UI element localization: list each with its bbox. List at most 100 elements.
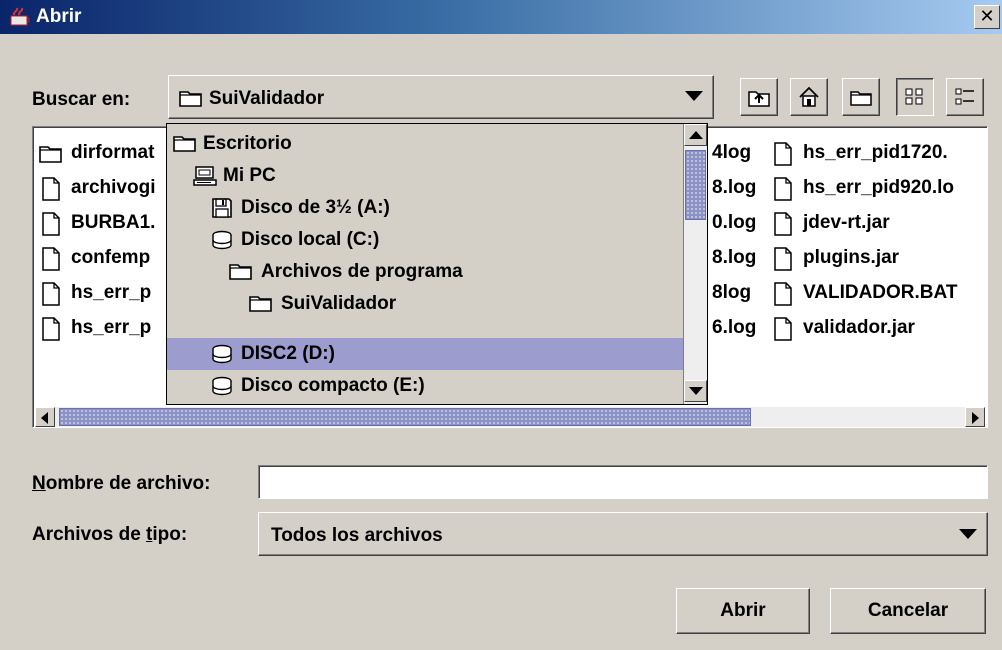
scroll-thumb[interactable] [685,150,706,220]
file-name: archivogi [71,177,156,198]
arrow-up-icon [689,131,703,139]
scroll-thumb[interactable] [59,408,751,426]
filetype-label-after: ipo: [152,524,188,545]
folder-icon [179,91,202,107]
filetype-combo[interactable]: Todos los archivos [258,512,988,556]
title-bar[interactable]: Abrir ✕ [0,0,1002,34]
chevron-down-icon [959,529,977,539]
chevron-down-icon [685,91,703,101]
file-icon [774,212,792,236]
dropdown-item-label: Disco de 3½ (A:) [241,197,390,218]
file-name: hs_err_pid920.lo [803,177,955,198]
scroll-down-button[interactable] [684,380,707,402]
home-button[interactable] [790,78,828,116]
close-button[interactable]: ✕ [974,5,1000,29]
folder-icon [173,136,196,152]
dropdown-item-label: Disco local (C:) [241,229,380,250]
details-view-icon [955,88,974,105]
arrow-left-icon [41,412,48,424]
folder-icon [249,296,272,312]
filename-label-text: ombre de archivo: [45,473,211,494]
list-view-icon [905,88,923,105]
file-name: 6.log [712,317,757,338]
file-name: plugins.jar [803,247,900,268]
computer-icon [193,166,217,186]
file-icon [774,282,792,306]
dropdown-item-disco-local-c[interactable]: Disco local (C:) [167,224,683,256]
close-icon: ✕ [979,6,995,26]
file-name: 8log [712,282,752,303]
scroll-left-button[interactable] [35,407,55,427]
folder-icon [229,264,252,280]
window-title: Abrir [36,6,82,27]
floppy-icon [212,198,232,218]
look-in-value: SuiValidador [209,88,325,109]
filetype-label: Archivos de tipo: [32,524,187,546]
filetype-label-before: Archivos de [32,524,147,545]
dropdown-item-floppy[interactable]: Disco de 3½ (A:) [167,192,683,224]
dropdown-item-label: Disco compacto (E:) [241,375,425,396]
file-name: hs_err_pid1720. [803,142,948,163]
home-icon [799,86,819,107]
file-name: hs_err_p [71,282,152,303]
scroll-right-button[interactable] [965,407,985,427]
scroll-up-button[interactable] [684,124,707,146]
cancel-button[interactable]: Cancelar [830,588,986,634]
arrow-right-icon [972,412,979,424]
filename-label: Nombre de archivo: [32,473,210,495]
horizontal-scrollbar[interactable] [35,407,985,427]
dropdown-item-escritorio[interactable]: Escritorio [167,128,683,160]
dropdown-item-archivos-de-programa[interactable]: Archivos de programa [167,256,683,288]
file-name: 8.log [712,177,757,198]
filename-input[interactable] [258,465,988,499]
file-icon [774,247,792,271]
look-in-combo[interactable]: SuiValidador [168,75,714,119]
file-chooser-dialog: Abrir ✕ Buscar en: SuiValidador dirforma… [0,0,1002,650]
file-name: validador.jar [803,317,915,338]
folder-icon [39,146,62,163]
list-view-button[interactable] [896,78,934,116]
file-icon [774,177,792,201]
file-name: 4log [712,142,752,163]
dropdown-item-label: SuiValidador [281,293,397,314]
file-icon [42,247,60,271]
file-name: dirformat [71,142,155,163]
disk-icon [212,230,232,250]
dropdown-vertical-scrollbar[interactable] [683,124,707,404]
file-icon [42,317,60,341]
dropdown-item-disco-compacto-e[interactable]: Disco compacto (E:) [167,370,683,402]
open-button[interactable]: Abrir [676,588,810,634]
disk-icon [212,344,232,364]
disk-icon [212,376,232,396]
dropdown-item-mi-pc[interactable]: Mi PC [167,160,683,192]
file-name: 8.log [712,247,757,268]
filetype-value: Todos los archivos [271,525,443,546]
look-in-dropdown[interactable]: Escritorio Mi PC Disco de 3½ (A:) Disco … [166,123,708,405]
new-folder-button[interactable] [842,78,880,116]
dropdown-item-label: Mi PC [223,165,276,186]
up-one-level-button[interactable] [740,78,778,116]
arrow-down-icon [689,387,703,395]
up-one-level-icon [748,91,770,107]
file-icon [42,282,60,306]
dropdown-item-suivalidador[interactable]: SuiValidador [167,288,683,320]
details-view-button[interactable] [946,78,984,116]
dropdown-item-label: Archivos de programa [261,261,463,282]
dropdown-item-label: Escritorio [203,133,292,154]
file-icon [774,317,792,341]
file-name: hs_err_p [71,317,152,338]
new-folder-icon [850,91,872,106]
file-name: BURBA1. [71,212,156,233]
file-icon [42,177,60,201]
filename-label-mnemonic: N [32,473,46,494]
file-icon [42,212,60,236]
file-name: VALIDADOR.BAT [803,282,958,303]
dropdown-item-label: DISC2 (D:) [241,343,335,364]
file-name: jdev-rt.jar [803,212,890,233]
look-in-label: Buscar en: [32,89,131,110]
dropdown-item-disc2-d[interactable]: DISC2 (D:) [167,338,683,370]
file-icon [774,142,792,166]
file-name: confemp [71,247,151,268]
java-app-icon [10,7,30,26]
file-name: 0.log [712,212,757,233]
